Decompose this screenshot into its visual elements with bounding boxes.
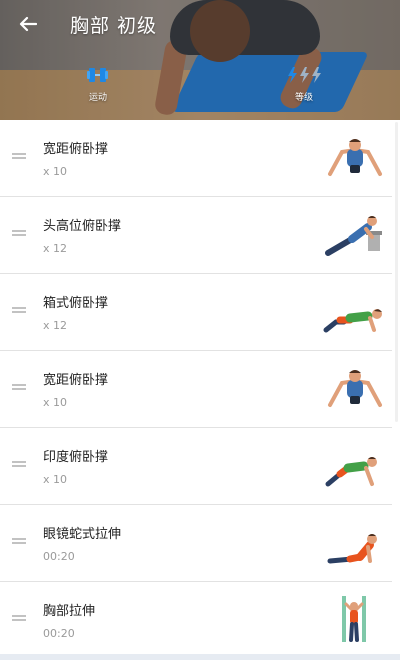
exercise-row[interactable]: 印度俯卧撑 x 10 xyxy=(0,428,400,505)
exercise-name: 眼镜蛇式拉伸 xyxy=(43,527,122,542)
header-banner: 胸部 初级 运动 等级 xyxy=(0,0,400,120)
stat-exercises-label: 运动 xyxy=(88,93,107,103)
drag-handle-icon[interactable] xyxy=(12,230,26,236)
exercise-reps: x 10 xyxy=(43,473,68,486)
exercise-name: 胸部拉伸 xyxy=(43,604,96,619)
exercise-row[interactable]: 头高位俯卧撑 x 12 xyxy=(0,197,400,274)
incline-pushup-icon xyxy=(325,216,382,256)
wide-pushup-icon xyxy=(328,139,382,176)
exercise-reps: x 10 xyxy=(43,165,68,178)
exercise-list: 宽距俯卧撑 x 10 头高位俯卧撑 x 12 箱式俯卧撑 x 12 宽距俯卧撑 … xyxy=(0,120,400,660)
arrow-left-icon xyxy=(19,16,37,32)
stat-level-label: 等级 xyxy=(294,93,313,103)
bottom-strip xyxy=(0,654,400,660)
drag-handle-icon[interactable] xyxy=(12,307,26,313)
knee-pushup-icon xyxy=(323,309,382,333)
exercise-reps: 00:20 xyxy=(43,627,75,640)
exercise-name: 箱式俯卧撑 xyxy=(43,296,109,311)
exercise-reps: x 12 xyxy=(43,319,68,332)
exercise-name: 印度俯卧撑 xyxy=(43,450,109,465)
drag-handle-icon[interactable] xyxy=(12,384,26,390)
exercise-row[interactable]: 胸部拉伸 00:20 xyxy=(0,582,400,659)
exercise-reps: x 10 xyxy=(43,396,68,409)
dumbbell-icon xyxy=(87,68,108,82)
page-title: 胸部 初级 xyxy=(70,15,158,37)
exercise-row[interactable]: 箱式俯卧撑 x 12 xyxy=(0,274,400,351)
exercise-name: 宽距俯卧撑 xyxy=(43,142,109,157)
stat-level: 等级 xyxy=(274,64,334,103)
lightning-icon xyxy=(288,67,321,83)
chest-stretch-icon xyxy=(342,596,366,642)
drag-handle-icon[interactable] xyxy=(12,461,26,467)
exercise-row[interactable]: 宽距俯卧撑 x 10 xyxy=(0,120,400,197)
exercise-reps: 00:20 xyxy=(43,550,75,563)
exercise-row[interactable]: 宽距俯卧撑 x 10 xyxy=(0,351,400,428)
stat-exercises: 运动 xyxy=(68,64,128,103)
back-button[interactable] xyxy=(14,10,42,38)
cobra-stretch-icon xyxy=(327,534,377,564)
drag-handle-icon[interactable] xyxy=(12,538,26,544)
scrollbar[interactable] xyxy=(395,122,398,422)
drag-handle-icon[interactable] xyxy=(12,153,26,159)
wide-pushup-icon xyxy=(328,370,382,407)
exercise-reps: x 12 xyxy=(43,242,68,255)
exercise-row[interactable]: 眼镜蛇式拉伸 00:20 xyxy=(0,505,400,582)
drag-handle-icon[interactable] xyxy=(12,615,26,621)
exercise-name: 头高位俯卧撑 xyxy=(43,219,122,234)
hindu-pushup-icon xyxy=(325,457,377,487)
banner-overlay xyxy=(0,0,400,120)
exercise-name: 宽距俯卧撑 xyxy=(43,373,109,388)
